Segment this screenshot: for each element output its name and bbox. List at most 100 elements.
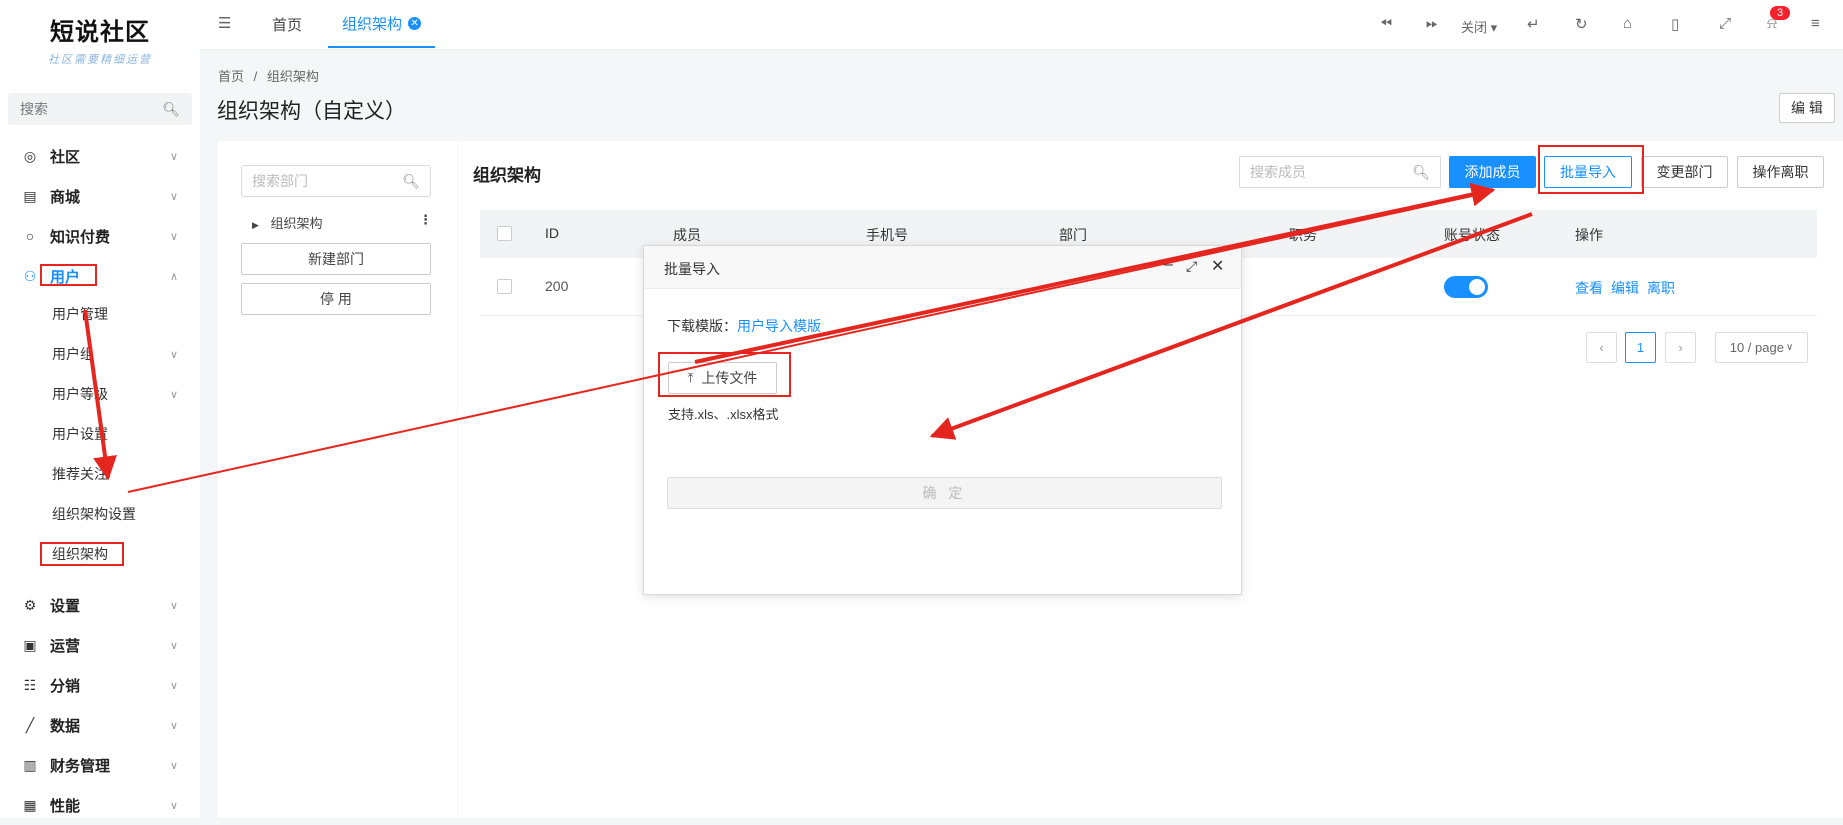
page-size-select[interactable]: 10 / page ∨ xyxy=(1715,332,1808,363)
sidebar-subitem-user-group[interactable]: 用户组 ∨ xyxy=(0,334,200,374)
disable-button[interactable]: 停 用 xyxy=(241,283,431,315)
home-icon[interactable]: ⌂ xyxy=(1623,15,1632,32)
page-size-label: 10 / page xyxy=(1729,340,1784,355)
prev-page-button[interactable]: ‹ xyxy=(1586,332,1617,363)
column-header-account-status: 账号状态 xyxy=(1444,227,1500,243)
resign-button[interactable]: 操作离职 xyxy=(1737,156,1824,188)
column-header-id: ID xyxy=(545,225,559,241)
tab-org-structure[interactable]: 组织架构 ✕ xyxy=(328,0,436,48)
next-page-button[interactable]: › xyxy=(1665,332,1696,363)
resign-link[interactable]: 离职 xyxy=(1647,278,1675,298)
close-tabs-dropdown[interactable]: 关闭 ▾ xyxy=(1461,17,1497,36)
mobile-icon[interactable]: ▯ xyxy=(1671,15,1679,33)
chevron-down-icon: ∨ xyxy=(170,759,179,772)
sidebar-subitem-label: 用户组 xyxy=(52,346,94,362)
upload-file-button[interactable]: ⤒ 上传文件 xyxy=(668,362,777,394)
chevron-down-icon: ∨ xyxy=(170,348,179,361)
fullscreen-icon[interactable]: ⤢ xyxy=(1719,15,1731,32)
batch-import-modal: 批量导入 – ⤢ ✕ 下载模版：用户导入模版 ⤒ 上传文件 支持.xls、.xl… xyxy=(643,245,1242,595)
tree-node-root[interactable]: ▶ 组织架构 ⋮ xyxy=(252,212,432,232)
top-bar: ☰ 首页 组织架构 ✕ ⏪︎ ⏩︎ 关闭 ▾ ↵ ↻ ⌂ ▯ ⤢ ⍾ 3 ≡ xyxy=(200,0,1843,50)
sidebar-item-user[interactable]: ⚇ 用户 ∧ xyxy=(0,256,200,296)
edit-button[interactable]: 编 辑 xyxy=(1779,93,1835,123)
new-department-button[interactable]: 新建部门 xyxy=(241,243,431,275)
breadcrumb-separator: / xyxy=(253,69,258,84)
sidebar-subitem-label: 用户等级 xyxy=(52,386,108,402)
back-icon[interactable]: ↵ xyxy=(1527,15,1540,33)
shop-icon: ▤ xyxy=(23,187,37,204)
search-icon: 🔍︎ xyxy=(1412,163,1430,180)
sidebar: 短说社区 社区需要精细运营 搜索 🔍︎ ◎ 社区 ∨ ▤ 商城 ∨ ○ 知识付费… xyxy=(0,0,200,818)
sidebar-item-performance[interactable]: ▦ 性能 ∨ xyxy=(0,785,200,825)
template-line: 下载模版：用户导入模版 xyxy=(667,316,821,336)
sidebar-search-input[interactable]: 搜索 🔍︎ xyxy=(8,93,192,125)
sidebar-subitem-org-settings[interactable]: 组织架构设置 xyxy=(0,494,200,534)
caret-right-icon[interactable]: ▶ xyxy=(252,220,259,230)
network-icon: ☷ xyxy=(23,676,37,693)
more-menu-icon[interactable]: ≡ xyxy=(1811,15,1820,32)
tree-node-label: 组织架构 xyxy=(270,216,323,231)
collapse-menu-icon[interactable]: ☰ xyxy=(218,14,231,32)
refresh-icon[interactable]: ↻ xyxy=(1575,15,1588,33)
sidebar-item-finance[interactable]: ▥ 财务管理 ∨ xyxy=(0,745,200,785)
change-department-button[interactable]: 变更部门 xyxy=(1641,156,1728,188)
sidebar-item-label: 商城 xyxy=(50,188,81,206)
sidebar-subitem-org-structure[interactable]: 组织架构 xyxy=(0,534,200,574)
sidebar-item-label: 分销 xyxy=(50,677,81,695)
view-link[interactable]: 查看 xyxy=(1575,278,1603,298)
sidebar-subitem-label: 组织架构设置 xyxy=(52,506,136,522)
sidebar-item-data[interactable]: ╱ 数据 ∨ xyxy=(0,705,200,745)
sidebar-subitem-user-settings[interactable]: 用户设置 xyxy=(0,414,200,454)
confirm-button[interactable]: 确 定 xyxy=(667,477,1222,509)
chevron-down-icon: ∨ xyxy=(170,639,179,652)
row-checkbox[interactable] xyxy=(497,279,512,294)
sidebar-item-shop[interactable]: ▤ 商城 ∨ xyxy=(0,176,200,216)
logo: 短说社区 社区需要精细运营 xyxy=(0,12,200,67)
column-header-department: 部门 xyxy=(1059,227,1087,243)
sidebar-subitem-label: 推荐关注 xyxy=(52,466,108,482)
tab-label: 组织架构 xyxy=(342,15,403,33)
select-all-checkbox[interactable] xyxy=(497,226,512,241)
page-button[interactable]: 1 xyxy=(1625,332,1656,363)
user-icon: ⚇ xyxy=(23,267,37,284)
template-download-link[interactable]: 用户导入模版 xyxy=(737,318,821,334)
department-search-input[interactable]: 搜索部门 🔍︎ xyxy=(241,165,431,197)
chevron-down-icon: ∨ xyxy=(170,230,179,243)
modal-title: 批量导入 xyxy=(664,261,720,277)
tab-close-icon[interactable]: ✕ xyxy=(408,16,422,30)
scroll-right-icon[interactable]: ⏩︎ xyxy=(1426,15,1438,32)
sidebar-subitem-user-management[interactable]: 用户管理 xyxy=(0,294,200,334)
scroll-left-icon[interactable]: ⏪︎ xyxy=(1380,15,1392,32)
batch-import-button[interactable]: 批量导入 xyxy=(1544,156,1632,188)
logo-title: 短说社区 xyxy=(50,17,150,46)
sidebar-subitem-user-level[interactable]: 用户等级 ∨ xyxy=(0,374,200,414)
minimize-icon[interactable]: – xyxy=(1164,256,1173,274)
monitor-icon: ▣ xyxy=(23,636,37,653)
chart-icon: ╱ xyxy=(25,716,35,733)
sidebar-item-label: 财务管理 xyxy=(50,757,111,775)
page-title: 组织架构（自定义） xyxy=(217,100,406,123)
sidebar-item-operations[interactable]: ▣ 运营 ∨ xyxy=(0,625,200,665)
sidebar-item-community[interactable]: ◎ 社区 ∨ xyxy=(0,136,200,176)
close-icon[interactable]: ✕ xyxy=(1211,256,1224,276)
finance-icon: ▥ xyxy=(23,756,37,773)
sidebar-item-knowledge[interactable]: ○ 知识付费 ∨ xyxy=(0,216,200,256)
sidebar-subitem-recommend-follow[interactable]: 推荐关注 xyxy=(0,454,200,494)
add-member-button[interactable]: 添加成员 xyxy=(1449,156,1536,188)
maximize-icon[interactable]: ⤢ xyxy=(1186,258,1197,275)
chevron-down-icon: ∨ xyxy=(170,719,179,732)
sidebar-item-settings[interactable]: ⚙ 设置 ∨ xyxy=(0,585,200,625)
sidebar-item-distribution[interactable]: ☷ 分销 ∨ xyxy=(0,665,200,705)
chevron-down-icon: ∨ xyxy=(170,388,179,401)
more-vertical-icon[interactable]: ⋮ xyxy=(419,212,432,228)
chat-icon: ◎ xyxy=(23,147,37,164)
breadcrumb: 首页 / 组织架构 xyxy=(218,66,319,85)
chevron-down-icon: ∨ xyxy=(1785,342,1794,353)
edit-link[interactable]: 编辑 xyxy=(1611,278,1639,298)
template-label: 下载模版： xyxy=(667,318,737,334)
member-search-input[interactable]: 搜索成员 🔍︎ xyxy=(1239,156,1441,188)
account-status-toggle[interactable] xyxy=(1444,276,1488,298)
sidebar-item-label: 知识付费 xyxy=(50,228,111,246)
tab-home[interactable]: 首页 xyxy=(272,0,302,48)
breadcrumb-home[interactable]: 首页 xyxy=(218,69,244,84)
